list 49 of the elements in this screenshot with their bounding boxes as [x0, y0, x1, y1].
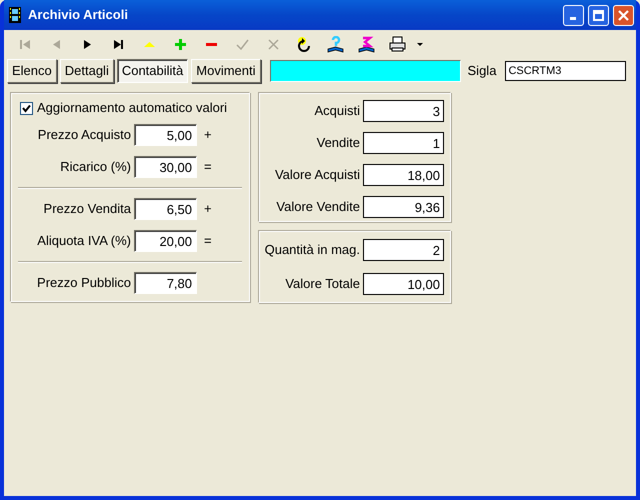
number-field[interactable]: 20,00 — [134, 230, 197, 252]
number-field[interactable]: 5,00 — [134, 124, 197, 146]
field-label: Valore Acquisti — [274, 166, 360, 184]
number-field[interactable]: 10,00 — [363, 273, 444, 295]
maximize-button[interactable] — [588, 4, 609, 26]
number-field[interactable]: 3 — [363, 100, 444, 122]
number-field[interactable]: 6,50 — [134, 198, 197, 220]
field-label: Vendite — [316, 134, 360, 152]
field-label: Aliquota IVA (%) — [36, 232, 131, 250]
operator-sign: = — [204, 158, 213, 176]
field-label: Acquisti — [314, 102, 360, 120]
minimize-icon — [570, 16, 576, 20]
field-label: Valore Totale — [285, 275, 360, 294]
field-label: Valore Vendite — [276, 198, 360, 216]
tab[interactable]: Elenco — [7, 59, 57, 83]
triangle-icon — [144, 42, 155, 46]
number-field[interactable]: 7,80 — [134, 272, 197, 294]
tab[interactable]: Contabilità — [116, 59, 188, 83]
number-field[interactable]: 30,00 — [134, 156, 197, 178]
window-title: Archivio Articoli — [28, 6, 128, 24]
operator-sign: = — [204, 232, 213, 250]
film-icon — [8, 7, 22, 23]
sigla-field[interactable]: CSCRTM3 — [505, 61, 626, 81]
checkbox[interactable] — [20, 102, 33, 114]
tab[interactable]: Dettagli — [60, 59, 114, 83]
field-label: Sigla — [468, 62, 496, 80]
close-button[interactable] — [613, 4, 634, 26]
minimize-button[interactable] — [563, 4, 584, 26]
minus-icon — [206, 42, 217, 46]
caret-icon — [417, 42, 423, 46]
field-label: Prezzo Pubblico — [36, 274, 131, 292]
operator-sign: + — [204, 126, 213, 144]
book-icon — [358, 36, 375, 52]
number-field[interactable]: 1 — [363, 132, 444, 154]
number-field[interactable]: 18,00 — [363, 164, 444, 186]
field-label: Quantità in mag. — [264, 241, 360, 260]
checkbox-label: Aggiornamento automatico valori — [37, 99, 228, 118]
field-label: Prezzo Vendita — [42, 200, 131, 218]
tab[interactable]: Movimenti — [191, 59, 261, 83]
field-label: Prezzo Acquisto — [36, 126, 131, 144]
refresh-icon — [296, 36, 313, 52]
book-icon — [327, 36, 344, 52]
number-field[interactable]: 2 — [363, 239, 444, 261]
printer-icon — [389, 36, 406, 52]
number-field[interactable]: 9,36 — [363, 196, 444, 218]
close-icon — [618, 10, 629, 20]
operator-sign: + — [204, 200, 213, 218]
field-label: Ricarico (%) — [59, 158, 131, 176]
maximize-icon — [593, 10, 604, 20]
